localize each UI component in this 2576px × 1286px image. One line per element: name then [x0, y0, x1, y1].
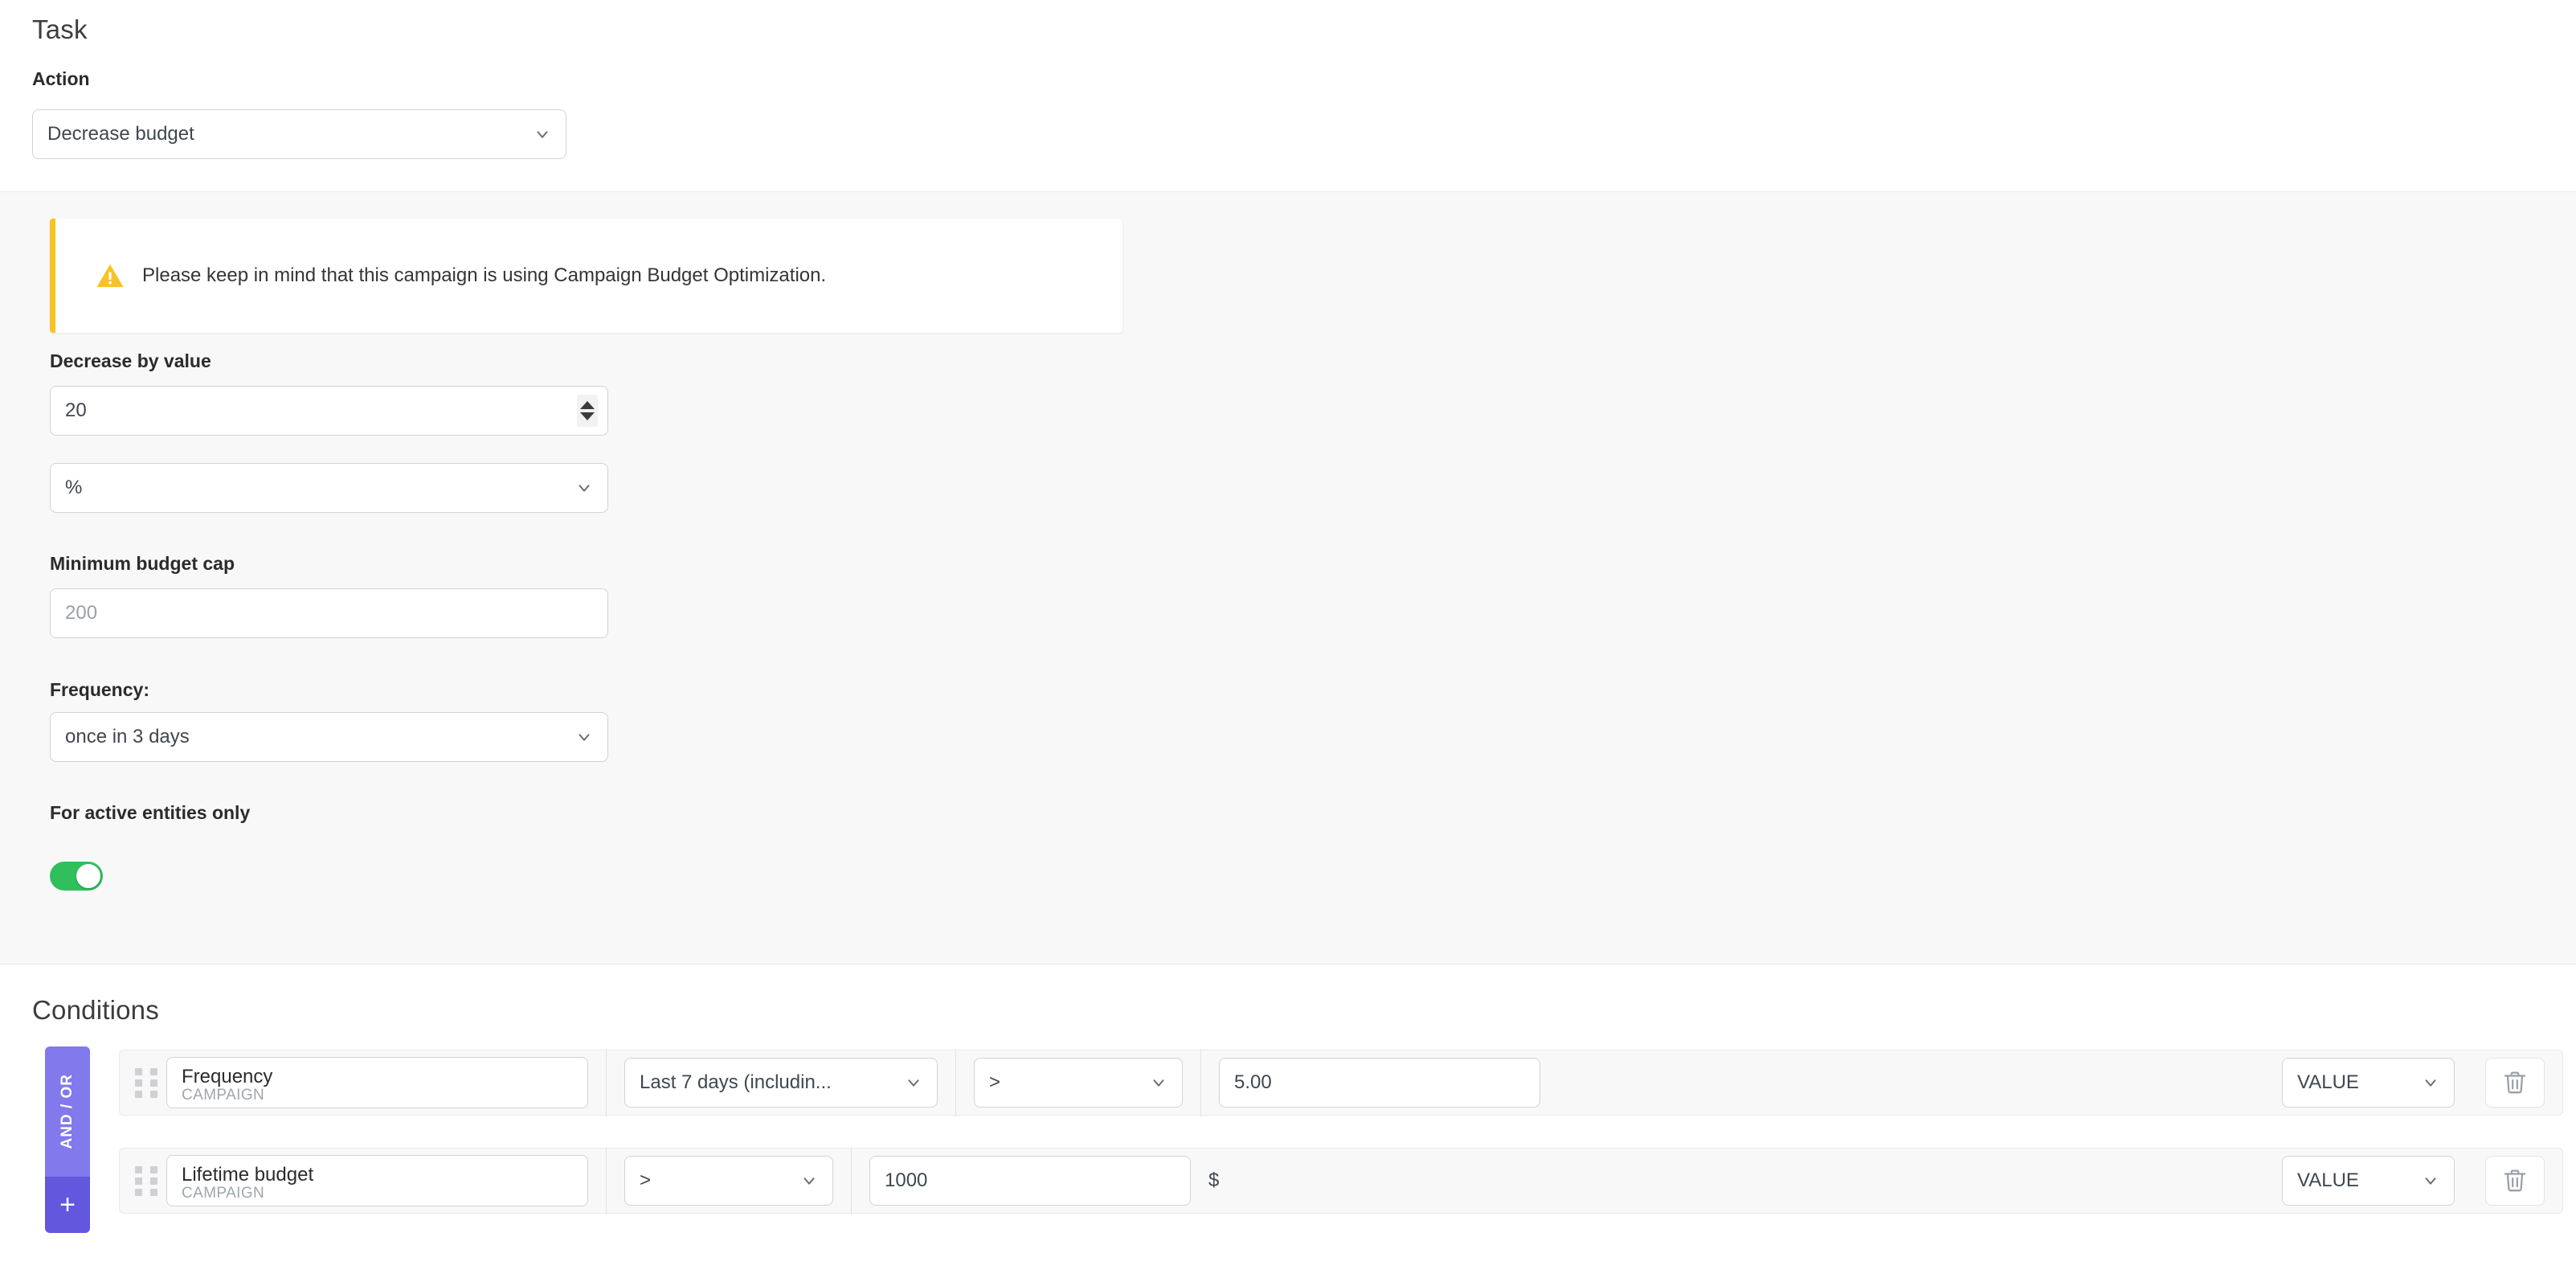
value-type-select[interactable]: VALUE: [2282, 1058, 2455, 1108]
metric-select[interactable]: Frequency CAMPAIGN: [166, 1057, 588, 1108]
cell-divider: [851, 1147, 852, 1214]
condition-value: 1000: [885, 1169, 928, 1191]
action-select[interactable]: Decrease budget: [32, 109, 566, 159]
active-entities-label: For active entities only: [50, 802, 251, 823]
add-condition-label: +: [59, 1190, 76, 1220]
toggle-knob: [76, 864, 100, 888]
delete-condition-button[interactable]: [2485, 1058, 2545, 1108]
metric-select[interactable]: Lifetime budget CAMPAIGN: [166, 1155, 588, 1206]
value-type-value: VALUE: [2297, 1169, 2359, 1191]
chevron-down-icon: [2422, 1172, 2439, 1190]
chevron-down-icon: [575, 479, 593, 497]
chevron-down-icon: [534, 125, 551, 143]
metric-name: Lifetime budget: [182, 1164, 314, 1185]
cell-divider: [606, 1147, 607, 1214]
decrease-unit-value: %: [65, 477, 83, 498]
condition-value: 5.00: [1234, 1071, 1272, 1093]
delete-condition-button[interactable]: [2485, 1156, 2545, 1206]
date-range-select[interactable]: Last 7 days (includin...: [624, 1058, 938, 1108]
table-row: Lifetime budget CAMPAIGN > 1000 $ VALUE: [119, 1147, 2563, 1214]
currency-unit: $: [1208, 1169, 1220, 1191]
budget-optimization-warning: Please keep in mind that this campaign i…: [50, 219, 1122, 333]
and-or-toggle[interactable]: AND / OR: [45, 1046, 90, 1177]
chevron-down-icon: [2422, 1074, 2439, 1091]
decrease-by-value-input[interactable]: 20: [50, 386, 608, 436]
action-label: Action: [32, 68, 90, 89]
table-row: Frequency CAMPAIGN Last 7 days (includin…: [119, 1049, 2563, 1116]
warning-text: Please keep in mind that this campaign i…: [142, 264, 827, 286]
condition-value-input[interactable]: 1000: [869, 1156, 1191, 1206]
frequency-label: Frequency:: [50, 679, 149, 700]
chevron-down-icon: [905, 1074, 922, 1091]
cell-divider: [606, 1049, 607, 1116]
date-range-value: Last 7 days (includin...: [640, 1071, 832, 1093]
automation-rule-editor: Task Action Decrease budget Please keep …: [0, 0, 2576, 1286]
metric-level: CAMPAIGN: [182, 1086, 265, 1104]
and-or-label: AND / OR: [59, 1074, 76, 1149]
value-type-value: VALUE: [2297, 1071, 2359, 1093]
trash-icon: [2501, 1167, 2529, 1194]
number-stepper[interactable]: [577, 395, 598, 427]
warning-triangle-icon: [96, 261, 125, 290]
condition-value-input[interactable]: 5.00: [1219, 1058, 1540, 1108]
cell-divider: [955, 1049, 956, 1116]
frequency-value: once in 3 days: [65, 726, 190, 747]
cell-divider: [1200, 1049, 1201, 1116]
operator-value: >: [989, 1071, 1001, 1093]
chevron-down-icon: [575, 728, 593, 746]
operator-select[interactable]: >: [974, 1058, 1183, 1108]
drag-handle-icon[interactable]: [134, 1165, 158, 1196]
decrease-unit-select[interactable]: %: [50, 463, 608, 513]
operator-select[interactable]: >: [624, 1156, 833, 1206]
action-select-value: Decrease budget: [47, 123, 194, 145]
decrease-by-value-label: Decrease by value: [50, 350, 211, 371]
minimum-budget-cap-input[interactable]: 200: [50, 588, 608, 638]
task-heading: Task: [32, 14, 88, 44]
minimum-budget-cap-label: Minimum budget cap: [50, 553, 235, 574]
active-entities-toggle[interactable]: [50, 862, 103, 891]
metric-level: CAMPAIGN: [182, 1184, 265, 1202]
decrease-by-value-text: 20: [65, 399, 87, 421]
add-condition-button[interactable]: +: [45, 1177, 90, 1233]
frequency-select[interactable]: once in 3 days: [50, 712, 608, 762]
operator-value: >: [640, 1169, 652, 1191]
chevron-down-icon: [800, 1172, 818, 1190]
and-or-rail: AND / OR +: [45, 1046, 90, 1233]
metric-name: Frequency: [182, 1066, 273, 1087]
value-type-select[interactable]: VALUE: [2282, 1156, 2455, 1206]
chevron-down-icon: [1150, 1074, 1167, 1091]
trash-icon: [2501, 1069, 2529, 1096]
conditions-heading: Conditions: [32, 995, 159, 1025]
drag-handle-icon[interactable]: [134, 1067, 158, 1098]
minimum-budget-cap-value: 200: [65, 602, 98, 624]
